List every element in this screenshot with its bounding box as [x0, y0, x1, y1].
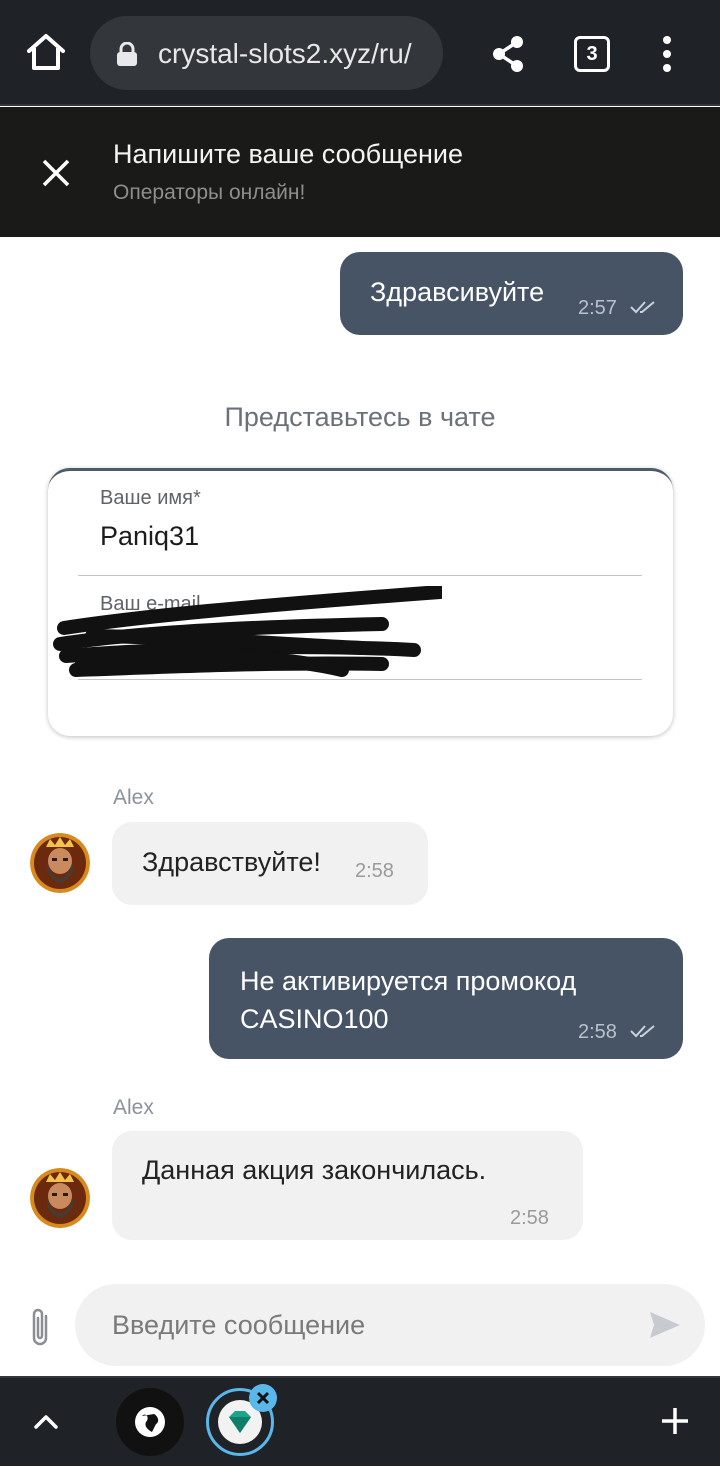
- name-label: Ваше имя*: [100, 487, 201, 509]
- browser-toolbar: crystal-slots2.xyz/ru/ 3: [0, 0, 720, 106]
- chat-header: Напишите ваше сообщение Операторы онлайн…: [0, 107, 720, 237]
- avatar: [30, 833, 90, 893]
- message-time: 2:58: [510, 1207, 549, 1229]
- chat-title: Напишите ваше сообщение: [113, 139, 464, 169]
- message-input[interactable]: [75, 1284, 705, 1366]
- home-icon[interactable]: [24, 30, 68, 74]
- redaction-scribble: [53, 586, 442, 677]
- message-bubble-outgoing: Не активируется промокод CASINO100 2:58: [209, 938, 683, 1059]
- double-check-icon: [630, 1025, 656, 1038]
- chat-subtitle: Операторы онлайн!: [113, 181, 306, 204]
- name-field-underline: [78, 575, 642, 576]
- sender-name: Alex: [113, 786, 154, 809]
- intro-heading: Представьтесь в чате: [224, 402, 496, 432]
- message-bubble-outgoing: Здравсивуйте 2:57: [340, 252, 683, 335]
- email-field-underline: [78, 679, 642, 680]
- name-field[interactable]: Paniq31: [100, 521, 199, 552]
- close-icon[interactable]: [36, 153, 76, 193]
- url-text: crystal-slots2.xyz/ru/: [158, 38, 412, 69]
- avatar: [30, 1168, 90, 1228]
- globe-icon: [135, 1407, 165, 1437]
- share-icon[interactable]: [488, 34, 528, 74]
- browser-bottom-bar: [0, 1376, 720, 1466]
- message-text: Данная акция закончилась.: [142, 1155, 487, 1185]
- message-time: 2:57: [578, 297, 617, 319]
- lock-icon: [117, 42, 137, 66]
- intro-form: Ваше имя* Paniq31 Ваш e-mail: [48, 468, 673, 736]
- message-bubble-incoming: Данная акция закончилась. 2:58: [112, 1131, 583, 1240]
- tab-icon-globe[interactable]: [116, 1388, 184, 1456]
- message-text: Здравствуйте!: [142, 847, 321, 877]
- paperclip-icon[interactable]: [26, 1306, 54, 1350]
- message-bubble-incoming: Здравствуйте! 2:58: [112, 822, 428, 905]
- overflow-menu-icon[interactable]: [654, 34, 680, 74]
- sender-name: Alex: [113, 1096, 154, 1119]
- plus-icon[interactable]: [658, 1404, 692, 1438]
- message-text: Здравсивуйте: [370, 277, 545, 307]
- message-time: 2:58: [578, 1021, 617, 1043]
- url-bar[interactable]: crystal-slots2.xyz/ru/: [90, 16, 443, 90]
- tab-switcher-button[interactable]: 3: [574, 36, 610, 72]
- tab-close-icon[interactable]: [249, 1384, 277, 1412]
- send-icon[interactable]: [648, 1308, 682, 1342]
- message-time: 2:58: [355, 860, 394, 882]
- double-check-icon: [630, 301, 656, 314]
- chevron-up-icon[interactable]: [30, 1406, 62, 1438]
